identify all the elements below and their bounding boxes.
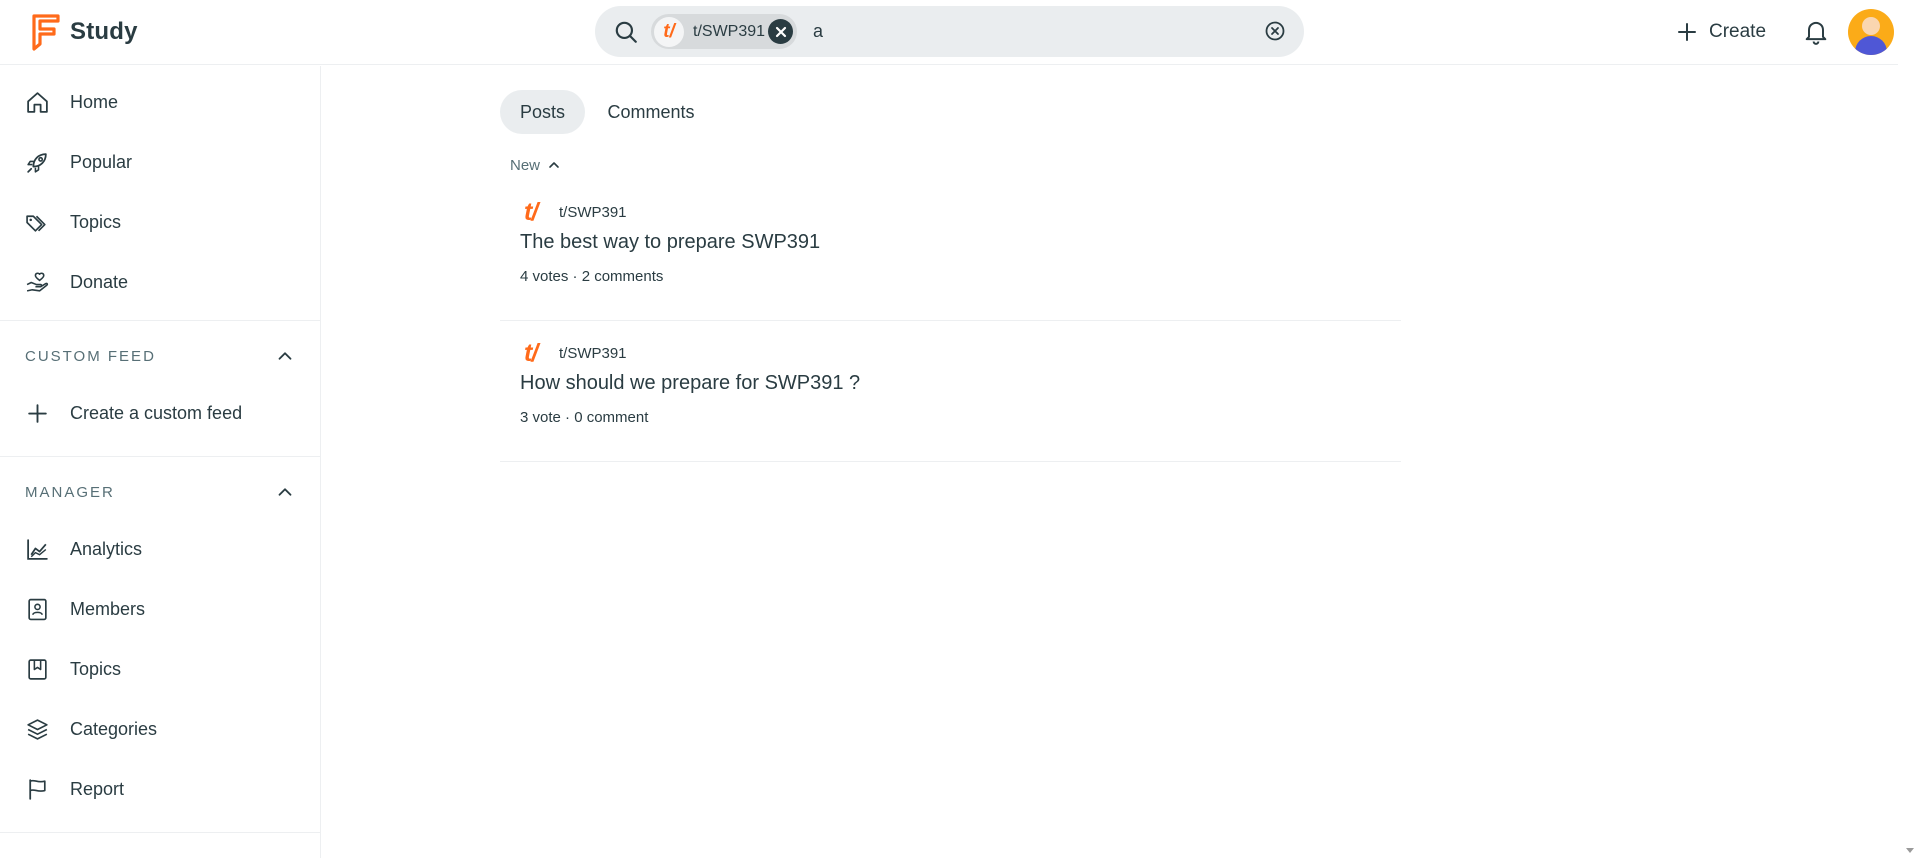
- sidebar-item-label: Donate: [70, 271, 129, 292]
- manager-section-header[interactable]: MANAGER: [0, 472, 320, 512]
- plus-icon: [28, 403, 47, 423]
- sidebar-item-members[interactable]: Members: [0, 581, 320, 637]
- sidebar-item-label: Members: [70, 598, 146, 619]
- chevron-up-icon: [549, 162, 559, 168]
- post-community[interactable]: t/SWP391: [559, 204, 627, 221]
- study-logo-icon: [32, 14, 60, 51]
- sidebar-item-label: Topics: [70, 658, 122, 679]
- sort-label: New: [510, 156, 541, 174]
- tab-label: Posts: [519, 101, 566, 122]
- sidebar-item-label: Topics: [70, 211, 122, 232]
- community-logo-icon: t/: [524, 339, 538, 367]
- sort-dropdown[interactable]: New: [510, 154, 562, 176]
- sidebar: Home Popular Topics Donate CUSTOM FEED C…: [0, 66, 321, 858]
- sidebar-divider: [0, 320, 320, 321]
- sidebar-item-label: Categories: [70, 718, 158, 739]
- sidebar-item-report[interactable]: Report: [0, 761, 320, 817]
- plus-icon: [1678, 23, 1696, 41]
- sidebar-item-analytics[interactable]: Analytics: [0, 521, 320, 577]
- post-meta: 3 vote · 0 comment: [520, 409, 649, 426]
- chart-icon: [27, 538, 48, 560]
- create-button[interactable]: Create: [1675, 14, 1766, 50]
- sidebar-divider: [0, 456, 320, 457]
- tab-label: Comments: [607, 101, 695, 122]
- layers-icon: [27, 718, 48, 740]
- tab-posts[interactable]: Posts: [500, 90, 585, 134]
- contact-book-icon: [28, 598, 47, 620]
- hand-heart-icon: [26, 272, 49, 292]
- clear-search-icon[interactable]: [1264, 20, 1286, 42]
- tab-comments[interactable]: Comments: [592, 90, 710, 134]
- top-header: Study t/ t/SWP391 a Create: [0, 0, 1898, 65]
- chevron-up-icon: [278, 488, 292, 496]
- search-bar[interactable]: t/ t/SWP391 a: [595, 6, 1304, 57]
- flag-icon: [29, 778, 46, 800]
- section-title: CUSTOM FEED: [25, 347, 156, 365]
- sidebar-item-label: Popular: [70, 151, 133, 172]
- post-meta: 4 votes · 2 comments: [520, 268, 664, 285]
- sidebar-item-categories[interactable]: Categories: [0, 701, 320, 757]
- bell-icon[interactable]: [1802, 17, 1830, 45]
- avatar[interactable]: [1848, 9, 1894, 55]
- community-logo-icon: t/: [654, 16, 684, 47]
- scroll-down-arrow-icon[interactable]: [1906, 848, 1914, 853]
- post-community[interactable]: t/SWP391: [559, 345, 627, 362]
- chevron-up-icon: [278, 352, 292, 360]
- sidebar-item-topics[interactable]: Topics: [0, 194, 320, 250]
- app-logo[interactable]: Study: [30, 12, 138, 52]
- create-custom-feed-button[interactable]: Create a custom feed: [0, 385, 320, 441]
- home-icon: [27, 91, 48, 113]
- search-input[interactable]: a: [813, 21, 823, 42]
- scrollbar[interactable]: [1902, 0, 1918, 858]
- bookmark-icon: [28, 658, 47, 680]
- sidebar-item-donate[interactable]: Donate: [0, 254, 320, 310]
- sidebar-item-home[interactable]: Home: [0, 74, 320, 130]
- tags-icon: [26, 214, 46, 232]
- sidebar-item-popular[interactable]: Popular: [0, 134, 320, 190]
- post-card[interactable]: t/ t/SWP391 The best way to prepare SWP3…: [500, 180, 1401, 321]
- create-label: Create: [1709, 21, 1767, 42]
- chip-label: t/SWP391: [693, 22, 766, 40]
- rocket-icon: [27, 152, 47, 173]
- close-icon: [775, 26, 786, 37]
- section-title: MANAGER: [25, 483, 115, 501]
- custom-feed-section-header[interactable]: CUSTOM FEED: [0, 336, 320, 376]
- sidebar-item-topics-manage[interactable]: Topics: [0, 641, 320, 697]
- post-title[interactable]: How should we prepare for SWP391 ?: [520, 372, 860, 395]
- post-title[interactable]: The best way to prepare SWP391: [520, 231, 820, 254]
- sidebar-item-label: Create a custom feed: [70, 402, 243, 423]
- sidebar-item-label: Analytics: [70, 538, 143, 559]
- community-filter-chip: t/ t/SWP391: [651, 14, 797, 49]
- search-icon: [615, 21, 637, 43]
- app-name: Study: [70, 18, 138, 45]
- remove-filter-button[interactable]: [768, 19, 793, 44]
- sidebar-item-label: Report: [70, 778, 125, 799]
- sidebar-item-label: Home: [70, 91, 119, 112]
- post-card[interactable]: t/ t/SWP391 How should we prepare for SW…: [500, 321, 1401, 462]
- sidebar-divider: [0, 832, 320, 833]
- community-logo-icon: t/: [524, 198, 538, 226]
